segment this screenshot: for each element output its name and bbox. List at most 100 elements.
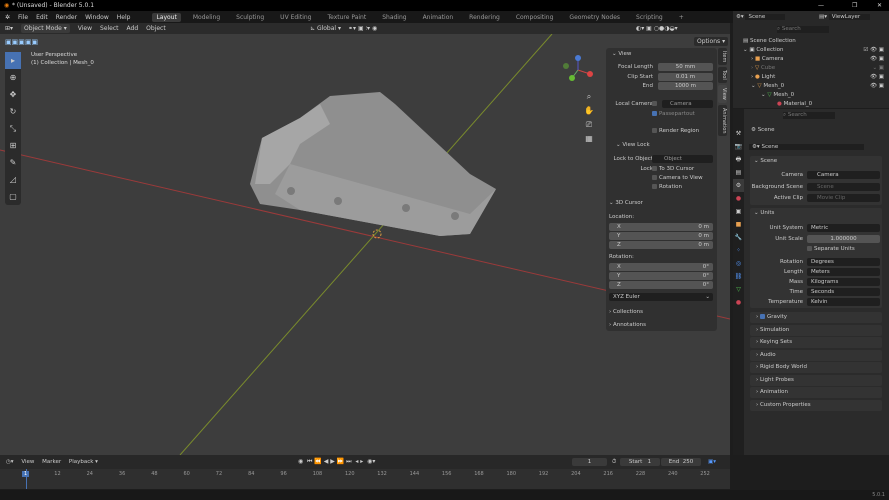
scene-selector[interactable]: ⚙▾ Scene [736,14,786,20]
cursor-rot-y-field[interactable]: Y 0° [609,272,713,280]
keying-icon[interactable]: ▣▾ [708,459,716,465]
view-section-header[interactable]: ⌄ View [612,51,631,57]
tab-compositing[interactable]: Compositing [512,13,558,22]
constraints-tab-icon[interactable]: ⛓ [733,270,744,283]
material-tab-icon[interactable]: ● [733,296,744,309]
3d-cursor-header[interactable]: ⌄ 3D Cursor [609,200,643,206]
options-button[interactable]: Options ▾ [694,37,729,46]
cursor-x-field[interactable]: X 0 m [609,223,713,231]
menu-window[interactable]: Window [85,14,109,21]
particles-tab-icon[interactable]: ⁘ [733,244,744,257]
properties-search[interactable]: ⌕ Search [783,112,835,119]
mode-selector[interactable]: Object Mode ▾ [21,24,70,33]
tab-texture-paint[interactable]: Texture Paint [323,13,370,22]
cursor-z-field[interactable]: Z 0 m [609,241,713,249]
minimize-button[interactable]: — [818,2,824,9]
transform-tool-icon[interactable]: ⊞ [5,137,21,154]
temperature-units-dropdown[interactable]: Kelvin [807,298,880,306]
menu-select[interactable]: Select [100,25,119,32]
output-tab-icon[interactable]: 🖶 [733,153,744,166]
rigid-body-world-panel[interactable]: › Rigid Body World [750,362,882,373]
gravity-panel[interactable]: › Gravity [750,312,882,323]
world-tab-icon[interactable]: ● [733,192,744,205]
scale-tool-icon[interactable]: ⤡ [5,120,21,137]
object-tab-icon[interactable]: ■ [733,218,744,231]
tab-layout[interactable]: Layout [152,12,181,22]
editor-type-icon[interactable]: ⊞▾ [5,25,13,32]
menu-object[interactable]: Object [146,25,166,32]
camera-to-view-checkbox[interactable]: Camera to View [652,175,703,181]
blender-menu-icon[interactable]: ✲ [5,14,10,21]
physics-tab-icon[interactable]: ◎ [733,257,744,270]
selection-mode-icons[interactable]: ▣▣▣▣▣ [5,38,38,46]
custom-properties-panel[interactable]: › Custom Properties [750,400,882,411]
unit-system-dropdown[interactable]: Metric [807,224,880,232]
outliner-search[interactable]: ⌕ Search [777,26,829,33]
tab-view[interactable]: View [718,85,727,103]
clip-start-field[interactable]: 0.01 m [658,73,713,81]
local-camera-field[interactable]: Camera [662,100,713,108]
menu-render[interactable]: Render [56,14,77,21]
timeline-menu-marker[interactable]: Marker [42,459,61,465]
annotations-header[interactable]: › Annotations [609,322,646,328]
move-tool-icon[interactable]: ✥ [5,86,21,103]
simulation-panel[interactable]: › Simulation [750,325,882,336]
menu-view[interactable]: View [78,25,92,32]
add-cube-tool-icon[interactable]: ▢ [5,188,21,205]
menu-add[interactable]: Add [127,25,139,32]
start-frame-field[interactable]: Start 1 [620,458,660,466]
timeline-editor-icon[interactable]: ◷▾ [6,459,14,465]
tab-sculpting[interactable]: Sculpting [232,13,268,22]
mass-units-dropdown[interactable]: Kilograms [807,278,880,286]
tab-scripting[interactable]: Scripting [632,13,667,22]
tab-animation-sidebar[interactable]: Animation [718,104,727,137]
outliner-item[interactable]: › ▽ Cube ⌄ ▣ [751,65,886,71]
light-probes-panel[interactable]: › Light Probes [750,375,882,386]
view-lock-header[interactable]: ⌄ View Lock [616,142,650,148]
animation-panel[interactable]: › Animation [750,387,882,398]
timeline-track[interactable] [0,469,730,489]
tab-uv-editing[interactable]: UV Editing [276,13,315,22]
tab-shading[interactable]: Shading [378,13,410,22]
tab-item[interactable]: Item [718,48,727,66]
cursor-y-field[interactable]: Y 0 m [609,232,713,240]
grid-view-icon[interactable]: ▦ [584,132,594,146]
collections-header[interactable]: › Collections [609,309,643,315]
pivot-icon[interactable]: ⚭▾ ▣ ⫶▾ ◉ [348,25,377,33]
menu-file[interactable]: File [18,14,28,21]
menu-edit[interactable]: Edit [36,14,48,21]
focal-length-field[interactable]: 50 mm [658,63,713,71]
units-panel-header[interactable]: ⌄ Units [754,210,774,216]
rotation-units-dropdown[interactable]: Degrees [807,258,880,266]
timeline-menu-view[interactable]: View [21,459,34,465]
measure-tool-icon[interactable]: ◿ [5,171,21,188]
zoom-icon[interactable]: ⌕ [584,90,594,104]
background-scene-field[interactable]: Scene [807,183,880,191]
stopwatch-icon[interactable]: ⏱ [612,459,616,466]
outliner-item[interactable]: ⌄ ▣ Collection ☑ 👁 ▣ [743,47,886,53]
pan-hand-icon[interactable]: ✋ [584,104,594,118]
add-workspace-button[interactable]: + [675,13,688,22]
cursor-tool-icon[interactable]: ⊕ [5,69,21,86]
lock-rotation-checkbox[interactable]: Rotation [652,184,682,190]
tab-animation[interactable]: Animation [419,13,458,22]
passepartout-checkbox[interactable]: Passepartout [652,111,695,117]
menu-help[interactable]: Help [117,14,131,21]
outliner-item[interactable]: ● Material_0 [777,101,812,107]
tab-tool[interactable]: Tool [718,67,727,84]
modifier-tab-icon[interactable]: 🔧 [733,231,744,244]
separate-units-checkbox[interactable]: Separate Units [807,246,855,252]
scene-datablock-field[interactable]: ⚙▾ Scene [749,144,864,150]
scene-panel-header[interactable]: ⌄ Scene [754,158,777,164]
cursor-rot-x-field[interactable]: X 0° [609,263,713,271]
length-units-dropdown[interactable]: Meters [807,268,880,276]
shading-buttons[interactable]: ◐▾ ▣ ○●◑◒▾ [636,25,678,32]
keying-sets-panel[interactable]: › Keying Sets [750,337,882,348]
close-button[interactable]: ✕ [877,2,882,9]
camera-view-icon[interactable]: ⎚ [584,118,594,132]
select-tool-icon[interactable]: ▸ [5,52,21,69]
timeline[interactable]: ◷▾ View Marker Playback ▾ ◉ ⏮ ⏪ ◀ ▶ ⏩ ⏭ … [0,455,730,489]
end-frame-field[interactable]: End 250 [661,458,701,466]
local-camera-checkbox[interactable] [652,101,659,107]
outliner-item[interactable]: ⌄ ▽ Mesh_0 [761,92,794,98]
